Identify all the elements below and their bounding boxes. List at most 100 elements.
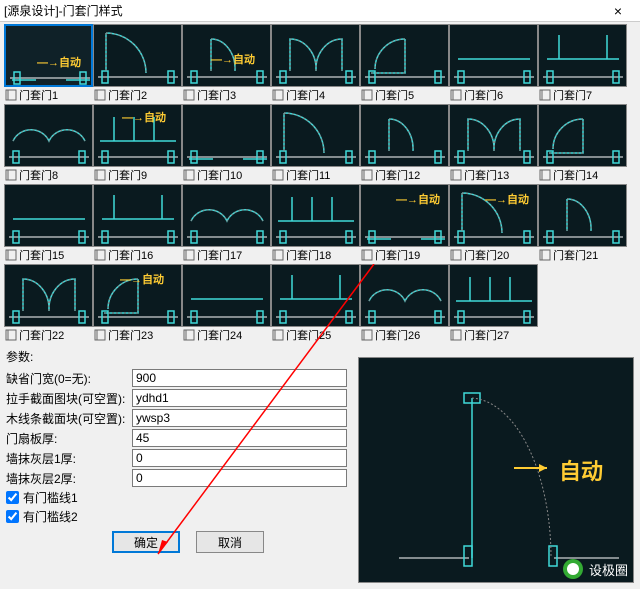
close-icon[interactable]: × [600,3,636,19]
style-cell[interactable]: —→自动门套门3 [182,24,271,104]
width-label: 缺省门宽(0=无): [6,370,128,387]
style-cell[interactable]: 门套门16 [93,184,182,264]
style-label: 门套门24 [197,327,242,343]
style-cell[interactable]: 门套门14 [538,104,627,184]
style-cell[interactable]: 门套门22 [4,264,93,344]
door-icon [93,248,107,262]
style-cell[interactable]: 门套门4 [271,24,360,104]
style-caption: 门套门17 [182,247,271,263]
style-caption: 门套门23 [93,327,182,343]
width-input[interactable] [132,369,347,387]
style-thumb [93,24,182,87]
style-label: 门套门19 [375,247,420,263]
style-thumb [360,264,449,327]
style-caption: 门套门9 [93,167,182,183]
style-cell[interactable]: 门套门13 [449,104,538,184]
style-label: 门套门11 [286,167,330,183]
style-caption: 门套门4 [271,87,360,103]
style-thumb [4,104,93,167]
style-cell[interactable]: 门套门27 [449,264,538,344]
window-title: [源泉设计]-门套门样式 [4,2,123,19]
style-cell[interactable]: 门套门21 [538,184,627,264]
wechat-icon [563,559,583,579]
style-caption: 门套门26 [360,327,449,343]
style-cell[interactable]: 门套门11 [271,104,360,184]
frame-label: 木线条截面块(可空置): [6,410,128,427]
style-label: 门套门4 [286,87,325,103]
style-caption: 门套门25 [271,327,360,343]
style-label: 门套门26 [375,327,420,343]
style-label: 门套门23 [108,327,153,343]
style-caption: 门套门21 [538,247,627,263]
style-thumb [449,104,538,167]
style-thumb [360,24,449,87]
style-thumb: —→自动 [449,184,538,247]
door-icon [449,168,463,182]
style-cell[interactable]: 门套门2 [93,24,182,104]
style-cell[interactable]: 门套门24 [182,264,271,344]
style-thumb [182,104,271,167]
auto-label: —→自动 [396,191,440,207]
auto-label: —→自动 [122,109,166,125]
style-cell[interactable]: —→自动门套门20 [449,184,538,264]
door-icon [93,168,107,182]
door-icon [449,248,463,262]
ok-button[interactable]: 确定 [112,531,180,553]
style-label: 门套门2 [108,87,147,103]
style-cell[interactable]: 门套门15 [4,184,93,264]
style-label: 门套门21 [553,247,598,263]
style-thumb [271,264,360,327]
style-thumb: —→自动 [93,264,182,327]
lintel2-checkbox[interactable] [6,510,19,523]
style-label: 门套门13 [464,167,509,183]
style-cell[interactable]: 门套门26 [360,264,449,344]
handle-input[interactable] [132,389,347,407]
plaster2-input[interactable] [132,469,347,487]
door-icon [449,328,463,342]
style-cell[interactable]: —→自动门套门9 [93,104,182,184]
style-cell[interactable]: —→自动门套门1 [4,24,93,104]
auto-label: —→自动 [37,54,81,70]
style-cell[interactable]: 门套门17 [182,184,271,264]
style-cell[interactable]: 门套门6 [449,24,538,104]
door-icon [4,168,18,182]
style-cell[interactable]: 门套门7 [538,24,627,104]
style-cell[interactable]: 门套门25 [271,264,360,344]
style-label: 门套门17 [197,247,242,263]
auto-label: —→自动 [485,191,529,207]
style-cell[interactable]: 门套门12 [360,104,449,184]
style-cell[interactable]: 门套门8 [4,104,93,184]
frame-input[interactable] [132,409,347,427]
style-thumb [271,24,360,87]
leaf-input[interactable] [132,429,347,447]
style-cell[interactable]: 门套门5 [360,24,449,104]
lintel1-label: 有门槛线1 [23,489,78,506]
style-caption: 门套门15 [4,247,93,263]
plaster1-input[interactable] [132,449,347,467]
style-thumb [4,184,93,247]
style-thumb [4,264,93,327]
style-label: 门套门10 [197,167,242,183]
style-label: 门套门20 [464,247,509,263]
style-cell[interactable]: —→自动门套门19 [360,184,449,264]
style-cell[interactable]: —→自动门套门23 [93,264,182,344]
style-caption: 门套门5 [360,87,449,103]
door-icon [360,168,374,182]
style-thumb: —→自动 [360,184,449,247]
style-caption: 门套门6 [449,87,538,103]
style-grid: —→自动门套门1 门套门2 —→自动门套门3 门套门4 门套门5 门套门6 门套门7 门套门8… [0,22,640,344]
style-thumb [271,104,360,167]
style-cell[interactable]: 门套门10 [182,104,271,184]
lintel1-checkbox[interactable] [6,491,19,504]
style-caption: 门套门7 [538,87,627,103]
style-cell[interactable]: 门套门18 [271,184,360,264]
door-icon [4,328,18,342]
cancel-button[interactable]: 取消 [196,531,264,553]
door-icon [271,248,285,262]
style-thumb [271,184,360,247]
door-icon [538,88,552,102]
style-caption: 门套门19 [360,247,449,263]
style-label: 门套门6 [464,87,503,103]
style-thumb [182,184,271,247]
style-thumb [449,264,538,327]
